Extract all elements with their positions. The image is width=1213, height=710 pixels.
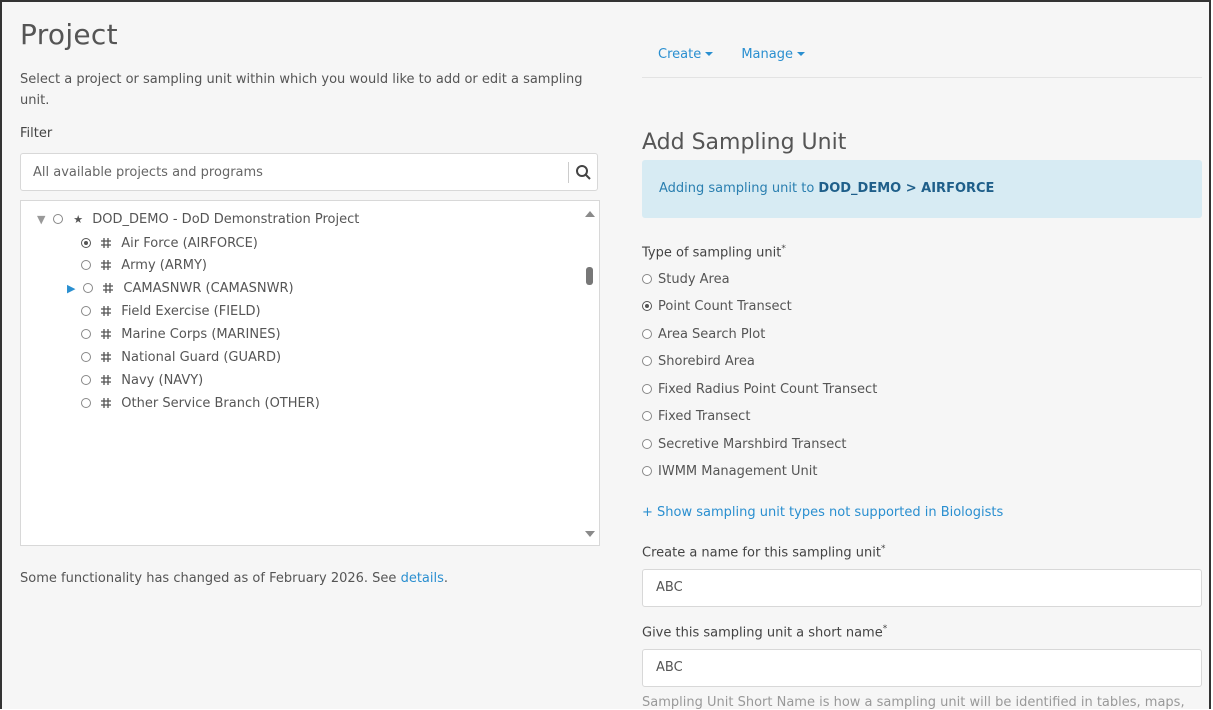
name-input[interactable]: ABC	[642, 569, 1202, 607]
grid-icon	[101, 398, 112, 408]
tree-item-camasnwr[interactable]: ▶ CAMASNWR (CAMASNWR)	[67, 279, 294, 299]
radio-button[interactable]	[642, 439, 652, 449]
search-divider	[568, 162, 569, 183]
grid-icon	[101, 329, 112, 339]
radio-button[interactable]	[642, 384, 652, 394]
radio-button[interactable]	[642, 411, 652, 421]
tree-item-other[interactable]: Other Service Branch (OTHER)	[81, 394, 320, 414]
short-name-help: Sampling Unit Short Name is how a sampli…	[642, 695, 1185, 710]
type-option-fixed-radius[interactable]: Fixed Radius Point Count Transect	[642, 380, 877, 400]
radio-button[interactable]	[642, 301, 652, 311]
name-label: Create a name for this sampling unit*	[642, 544, 886, 561]
type-option-iwmm[interactable]: IWMM Management Unit	[642, 462, 818, 482]
tree-item-army[interactable]: Army (ARMY)	[81, 256, 207, 276]
short-name-label: Give this sampling unit a short name*	[642, 624, 888, 641]
radio-button[interactable]	[53, 214, 64, 224]
grid-icon	[103, 283, 114, 293]
radio-button[interactable]	[81, 352, 91, 362]
tree-item-label: National Guard (GUARD)	[121, 350, 282, 365]
tree-item-label: CAMASNWR (CAMASNWR)	[123, 281, 294, 296]
details-link[interactable]: details	[401, 571, 444, 586]
collapse-triangle-icon[interactable]: ▼	[37, 210, 49, 230]
radio-button[interactable]	[81, 375, 91, 385]
tree-item-label: Other Service Branch (OTHER)	[121, 396, 320, 411]
tree-item-label: Marine Corps (MARINES)	[121, 327, 281, 342]
manage-menu[interactable]: Manage	[741, 47, 805, 62]
tree-item-guard[interactable]: National Guard (GUARD)	[81, 348, 281, 368]
radio-button[interactable]	[81, 329, 91, 339]
tree-item-field[interactable]: Field Exercise (FIELD)	[81, 302, 261, 322]
scroll-thumb[interactable]	[586, 267, 593, 285]
section-title: Add Sampling Unit	[642, 130, 847, 155]
tree-item-navy[interactable]: Navy (NAVY)	[81, 371, 203, 391]
grid-icon	[101, 352, 112, 362]
radio-button[interactable]	[81, 398, 91, 408]
type-option-fixed-transect[interactable]: Fixed Transect	[642, 407, 750, 427]
tree-item-label: Air Force (AIRFORCE)	[121, 236, 258, 251]
radio-button[interactable]	[83, 283, 94, 293]
tree-item-airforce[interactable]: Air Force (AIRFORCE)	[81, 234, 258, 254]
project-description: Select a project or sampling unit within…	[20, 72, 583, 108]
filter-search-box	[20, 153, 598, 191]
radio-button[interactable]	[81, 238, 91, 248]
star-icon: ★	[73, 213, 84, 226]
chevron-down-icon	[796, 52, 805, 56]
type-option-area-search-plot[interactable]: Area Search Plot	[642, 325, 765, 345]
short-name-input[interactable]: ABC	[642, 649, 1202, 687]
page-frame: Project Select a project or sampling uni…	[0, 0, 1211, 710]
filter-search-input[interactable]	[21, 154, 566, 190]
page-title: Project	[20, 18, 118, 51]
tree-scrollbar[interactable]	[581, 201, 599, 545]
type-option-secretive-marshbird[interactable]: Secretive Marshbird Transect	[642, 435, 847, 455]
radio-button[interactable]	[642, 329, 652, 339]
filter-label: Filter	[20, 126, 53, 141]
chevron-down-icon	[705, 52, 714, 56]
radio-button[interactable]	[81, 306, 91, 316]
show-more-types-link[interactable]: + Show sampling unit types not supported…	[642, 505, 1003, 520]
type-option-point-count-transect[interactable]: Point Count Transect	[642, 297, 792, 317]
alert-path: DOD_DEMO > AIRFORCE	[818, 181, 995, 196]
type-option-study-area[interactable]: Study Area	[642, 270, 730, 290]
tree-root[interactable]: ▼ ★ DOD_DEMO - DoD Demonstration Project	[37, 210, 359, 230]
tree-item-label: Field Exercise (FIELD)	[121, 304, 261, 319]
create-menu[interactable]: Create	[658, 47, 714, 62]
radio-button[interactable]	[642, 466, 652, 476]
grid-icon	[101, 238, 112, 248]
project-tree: ▼ ★ DOD_DEMO - DoD Demonstration Project…	[20, 200, 600, 546]
top-menu: Create Manage	[658, 47, 829, 62]
radio-button[interactable]	[642, 274, 652, 284]
scroll-down-icon[interactable]	[585, 531, 595, 537]
menu-divider	[642, 77, 1202, 78]
tree-item-label: Army (ARMY)	[121, 258, 208, 273]
expand-triangle-icon[interactable]: ▶	[67, 279, 79, 299]
info-alert: Adding sampling unit to DOD_DEMO > AIRFO…	[642, 160, 1202, 218]
scroll-up-icon[interactable]	[585, 211, 595, 217]
change-notice: Some functionality has changed as of Feb…	[20, 571, 449, 586]
grid-icon	[101, 375, 112, 385]
radio-button[interactable]	[642, 356, 652, 366]
tree-item-marines[interactable]: Marine Corps (MARINES)	[81, 325, 281, 345]
type-label: Type of sampling unit*	[642, 244, 786, 261]
search-icon[interactable]	[574, 163, 594, 183]
grid-icon	[101, 260, 112, 270]
type-option-shorebird-area[interactable]: Shorebird Area	[642, 352, 755, 372]
tree-root-label: DOD_DEMO - DoD Demonstration Project	[92, 212, 360, 227]
grid-icon	[101, 306, 112, 316]
tree-item-label: Navy (NAVY)	[121, 373, 204, 388]
radio-button[interactable]	[81, 260, 91, 270]
